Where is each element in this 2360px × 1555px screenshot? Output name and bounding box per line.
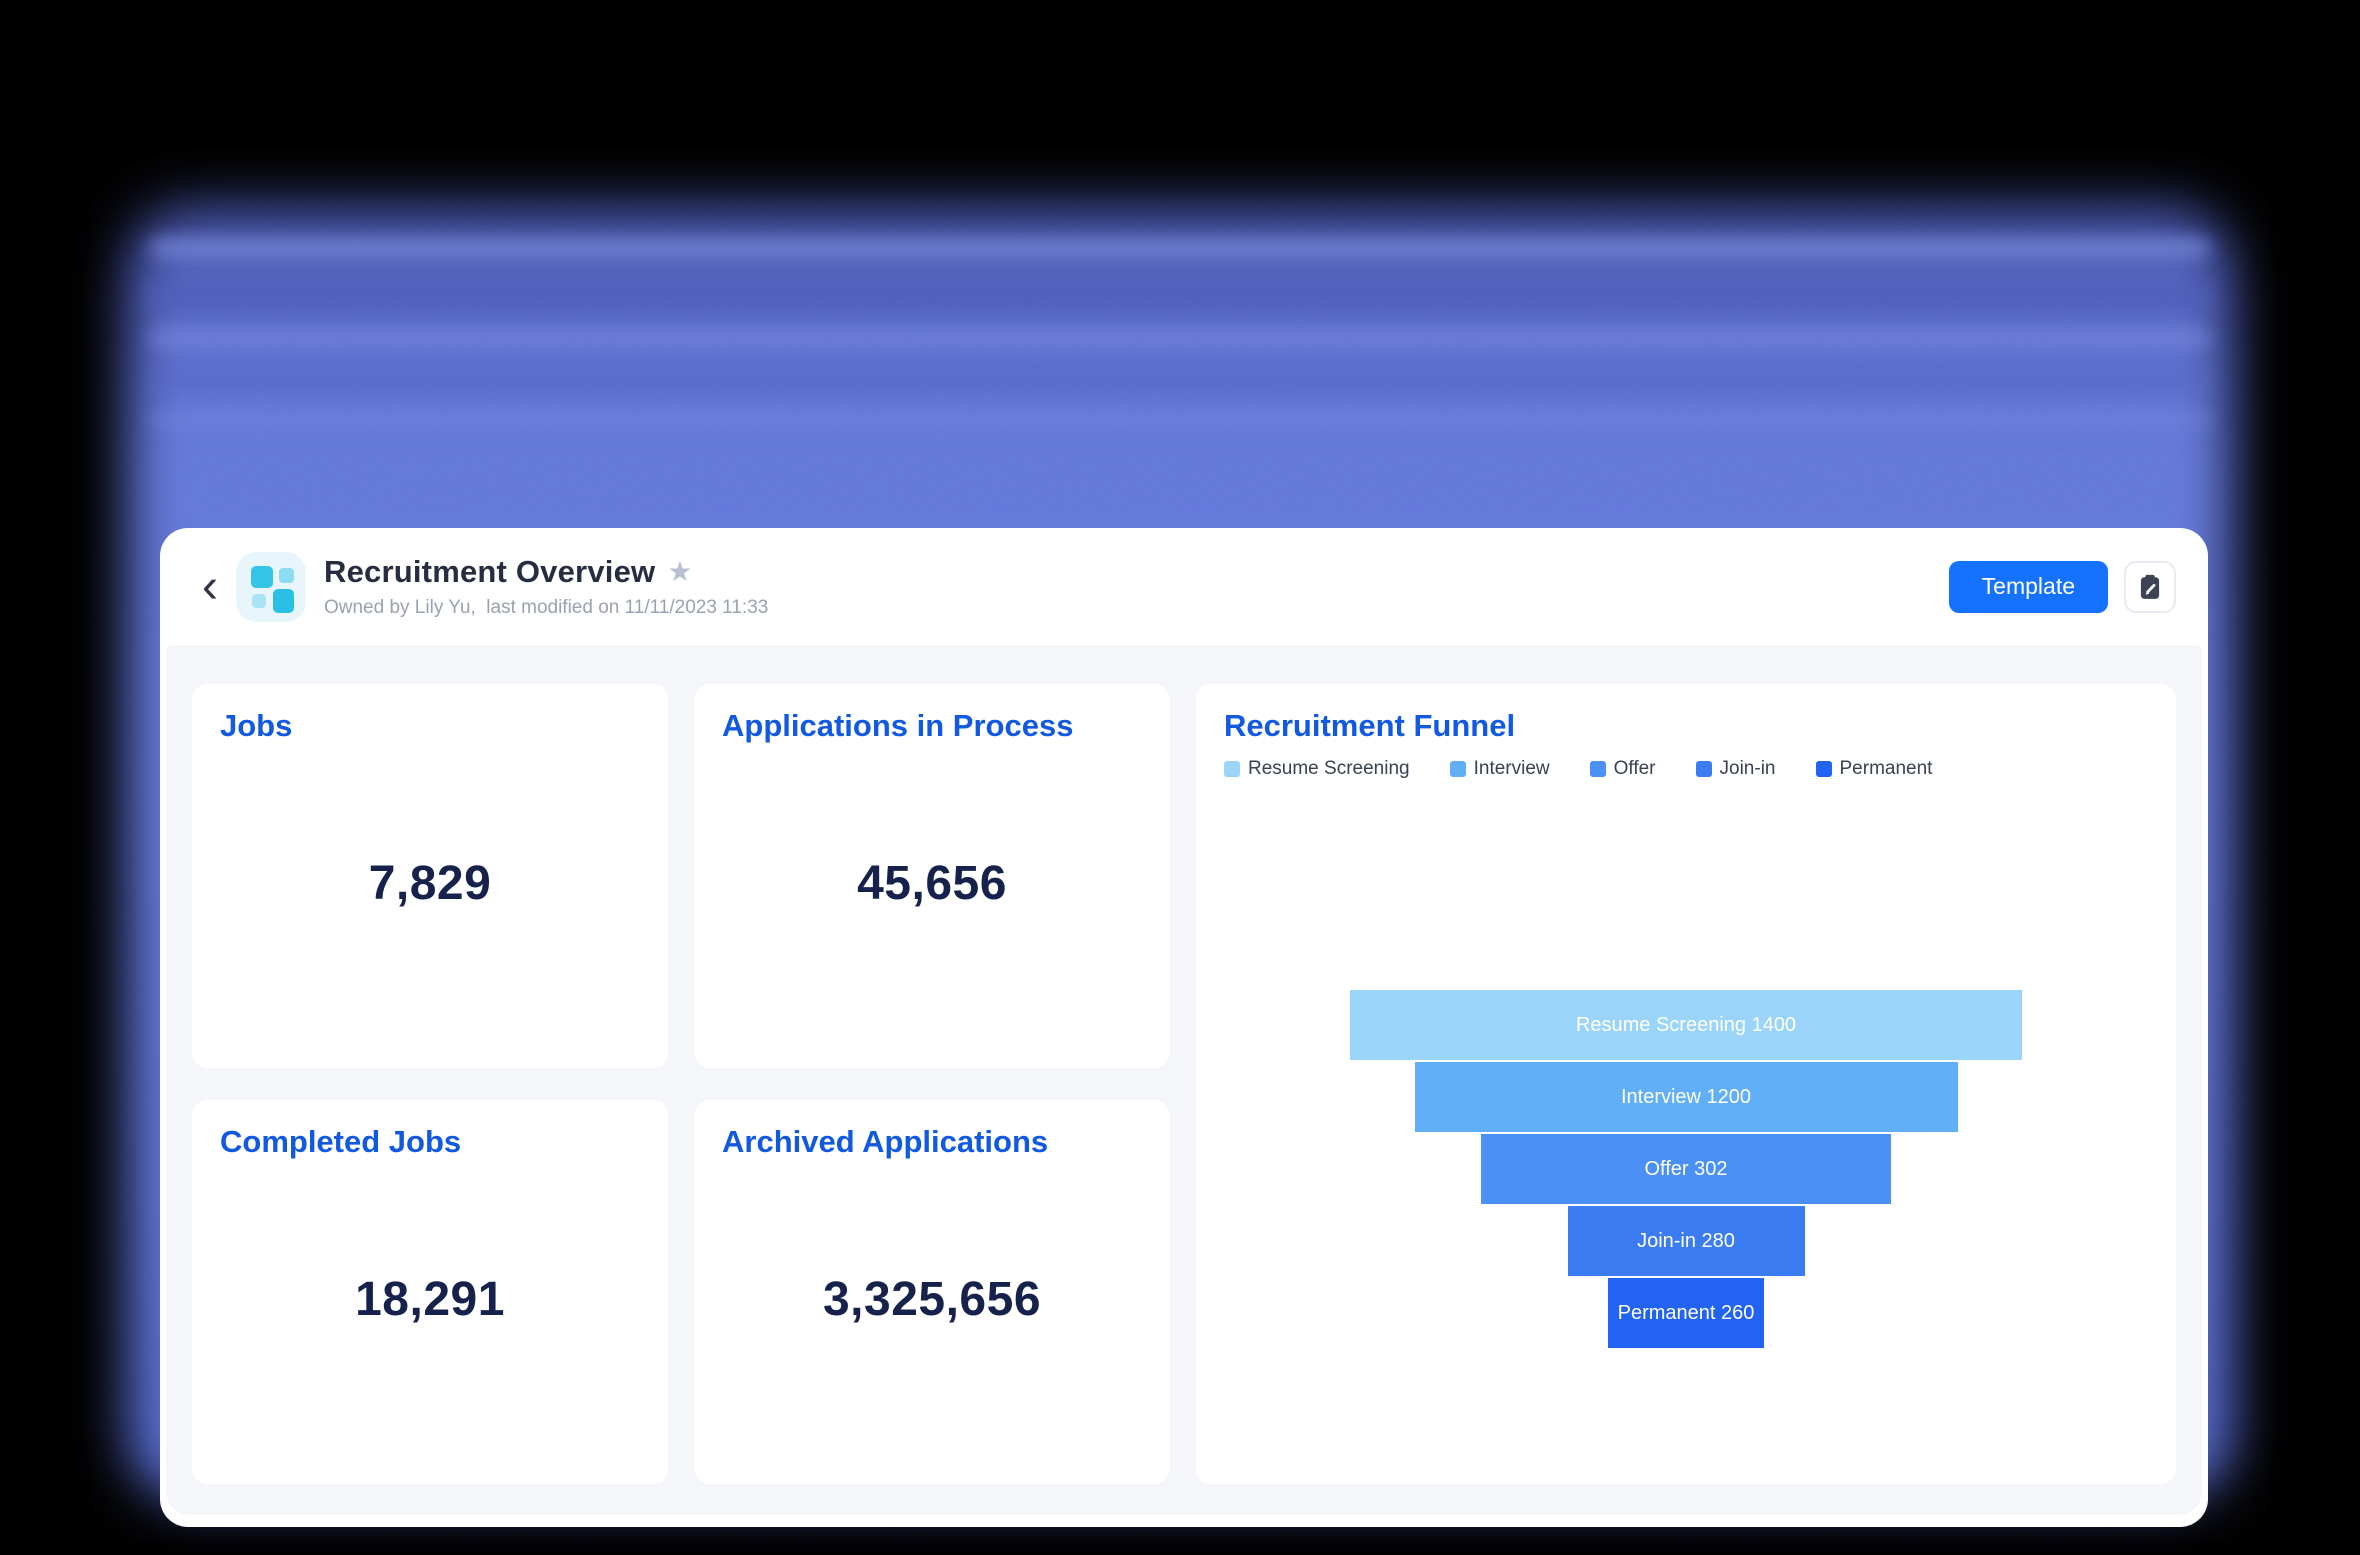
glow-stripe xyxy=(150,414,2210,426)
back-button[interactable]: ‹ xyxy=(194,563,226,611)
header-actions: Template xyxy=(1949,561,2176,613)
clipboard-edit-icon xyxy=(2136,573,2164,601)
card-title: Applications in Process xyxy=(722,708,1073,744)
glow-stripe xyxy=(150,240,2210,256)
legend-item-permanent[interactable]: Permanent xyxy=(1816,758,1933,780)
title-block: Recruitment Overview ★ Owned by Lily Yu,… xyxy=(324,554,768,619)
kpi-value: 45,656 xyxy=(694,856,1170,911)
app-icon-block xyxy=(273,589,294,613)
funnel-segment-interview[interactable]: Interview 1200 xyxy=(1415,1062,1958,1132)
legend-swatch xyxy=(1816,761,1832,777)
funnel-segment-resume-screening[interactable]: Resume Screening 1400 xyxy=(1350,990,2022,1060)
funnel-segment-offer[interactable]: Offer 302 xyxy=(1481,1134,1891,1204)
favorite-star-icon[interactable]: ★ xyxy=(667,558,692,586)
funnel-legend: Resume Screening Interview Offer Join-in Per… xyxy=(1224,758,1932,780)
card-title: Jobs xyxy=(220,708,292,744)
app-icon-block xyxy=(251,566,273,588)
glow-stripe xyxy=(150,331,2210,345)
legend-item-interview[interactable]: Interview xyxy=(1450,758,1550,780)
legend-label: Interview xyxy=(1474,758,1550,780)
recruitment-funnel-card: Recruitment Funnel Resume Screening Inter… xyxy=(1196,684,2176,1484)
legend-item-resume-screening[interactable]: Resume Screening xyxy=(1224,758,1410,780)
page-title: Recruitment Overview xyxy=(324,554,655,590)
dashboard-app-icon xyxy=(236,552,306,622)
legend-label: Permanent xyxy=(1840,758,1933,780)
kpi-value: 7,829 xyxy=(192,856,668,911)
funnel-segment-permanent[interactable]: Permanent 260 xyxy=(1608,1278,1764,1348)
page-subtitle: Owned by Lily Yu, last modified on 11/11… xyxy=(324,597,768,619)
legend-label: Join-in xyxy=(1720,758,1776,780)
legend-item-offer[interactable]: Offer xyxy=(1590,758,1656,780)
kpi-value: 18,291 xyxy=(192,1272,668,1327)
dashboard-window: ‹ Recruitment Overview ★ Owned by Lily Y… xyxy=(160,528,2208,1527)
card-title: Recruitment Funnel xyxy=(1224,708,1515,744)
kpi-card-completed-jobs: Completed Jobs 18,291 xyxy=(192,1100,668,1484)
clipboard-edit-button[interactable] xyxy=(2124,561,2176,613)
funnel-segment-join-in[interactable]: Join-in 280 xyxy=(1568,1206,1805,1276)
kpi-value: 3,325,656 xyxy=(694,1272,1170,1327)
legend-swatch xyxy=(1696,761,1712,777)
legend-label: Offer xyxy=(1614,758,1656,780)
legend-label: Resume Screening xyxy=(1248,758,1410,780)
legend-item-join-in[interactable]: Join-in xyxy=(1696,758,1776,780)
legend-swatch xyxy=(1450,761,1466,777)
glow-stripe xyxy=(150,372,2210,388)
legend-swatch xyxy=(1590,761,1606,777)
window-header: ‹ Recruitment Overview ★ Owned by Lily Y… xyxy=(160,528,2208,645)
template-button[interactable]: Template xyxy=(1949,561,2108,613)
card-title: Completed Jobs xyxy=(220,1124,461,1160)
legend-swatch xyxy=(1224,761,1240,777)
kpi-card-applications-in-process: Applications in Process 45,656 xyxy=(694,684,1170,1068)
dashboard-content: Jobs 7,829 Applications in Process 45,65… xyxy=(166,645,2202,1515)
kpi-card-jobs: Jobs 7,829 xyxy=(192,684,668,1068)
funnel-chart: Resume Screening 1400Interview 1200Offer… xyxy=(1196,990,2176,1350)
kpi-card-archived-applications: Archived Applications 3,325,656 xyxy=(694,1100,1170,1484)
card-title: Archived Applications xyxy=(722,1124,1048,1160)
desktop-background: ‹ Recruitment Overview ★ Owned by Lily Y… xyxy=(0,0,2360,1555)
app-icon-block xyxy=(252,594,266,608)
glow-stripe xyxy=(150,287,2210,307)
app-icon-block xyxy=(279,568,294,583)
